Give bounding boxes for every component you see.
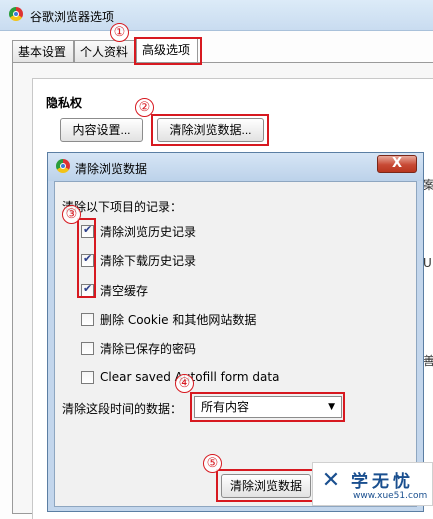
checkbox-label: 清除已保存的密码 [100,341,197,356]
dialog-close-button[interactable]: X [377,155,417,173]
step-marker-1: ① [110,23,129,42]
checkbox-cookies[interactable] [81,312,94,326]
highlight-checked-items [77,218,96,298]
dialog-title-bar: 清除浏览数据 X [48,153,423,181]
highlight-clear-data-button [151,114,269,146]
chrome-logo-icon [56,159,70,173]
clipped-text-3: 善 [423,354,433,368]
watermark: ✕ 学无忧 www.xue51.com [312,462,433,506]
time-range-label: 清除这段时间的数据： [62,402,183,416]
checkbox-label: 清空缓存 [100,283,149,298]
checkbox-row-download-history[interactable]: 清除下载历史记录 [81,252,196,268]
step-marker-3: ③ [62,205,81,224]
window-title-bar: 谷歌浏览器选项 [0,0,433,31]
clipped-text-2: U [423,256,432,270]
watermark-text: 学无忧 [351,472,414,492]
checkbox-row-browsing-history[interactable]: 清除浏览历史记录 [81,223,196,239]
step-marker-5: ⑤ [203,454,222,473]
checkbox-autofill[interactable] [81,370,94,384]
checkbox-label: 删除 Cookie 和其他网站数据 [100,312,257,327]
highlight-dialog-clear-button [216,469,316,502]
privacy-section-title: 隐私权 [46,96,83,110]
highlight-time-range [190,392,345,422]
content-settings-button[interactable]: 内容设置... [60,118,143,142]
checkbox-label: 清除浏览历史记录 [100,224,197,239]
checkbox-saved-passwords[interactable] [81,341,94,355]
dialog-title: 清除浏览数据 [75,162,148,176]
clipped-text-1: 案 [423,178,433,192]
chrome-logo-icon [9,7,23,21]
checkbox-label: 清除下载历史记录 [100,253,197,268]
window-title: 谷歌浏览器选项 [30,10,115,24]
checkbox-row-saved-passwords[interactable]: 清除已保存的密码 [81,340,196,356]
step-marker-2: ② [135,98,154,117]
watermark-url: www.xue51.com [353,491,428,501]
highlight-advanced-tab [134,37,202,65]
tab-basic-settings[interactable]: 基本设置 [12,40,74,62]
watermark-logo-icon: ✕ [321,468,341,493]
step-marker-4: ④ [175,374,194,393]
checkbox-row-cookies[interactable]: 删除 Cookie 和其他网站数据 [81,311,256,327]
tab-personal-data[interactable]: 个人资料 [74,40,136,62]
